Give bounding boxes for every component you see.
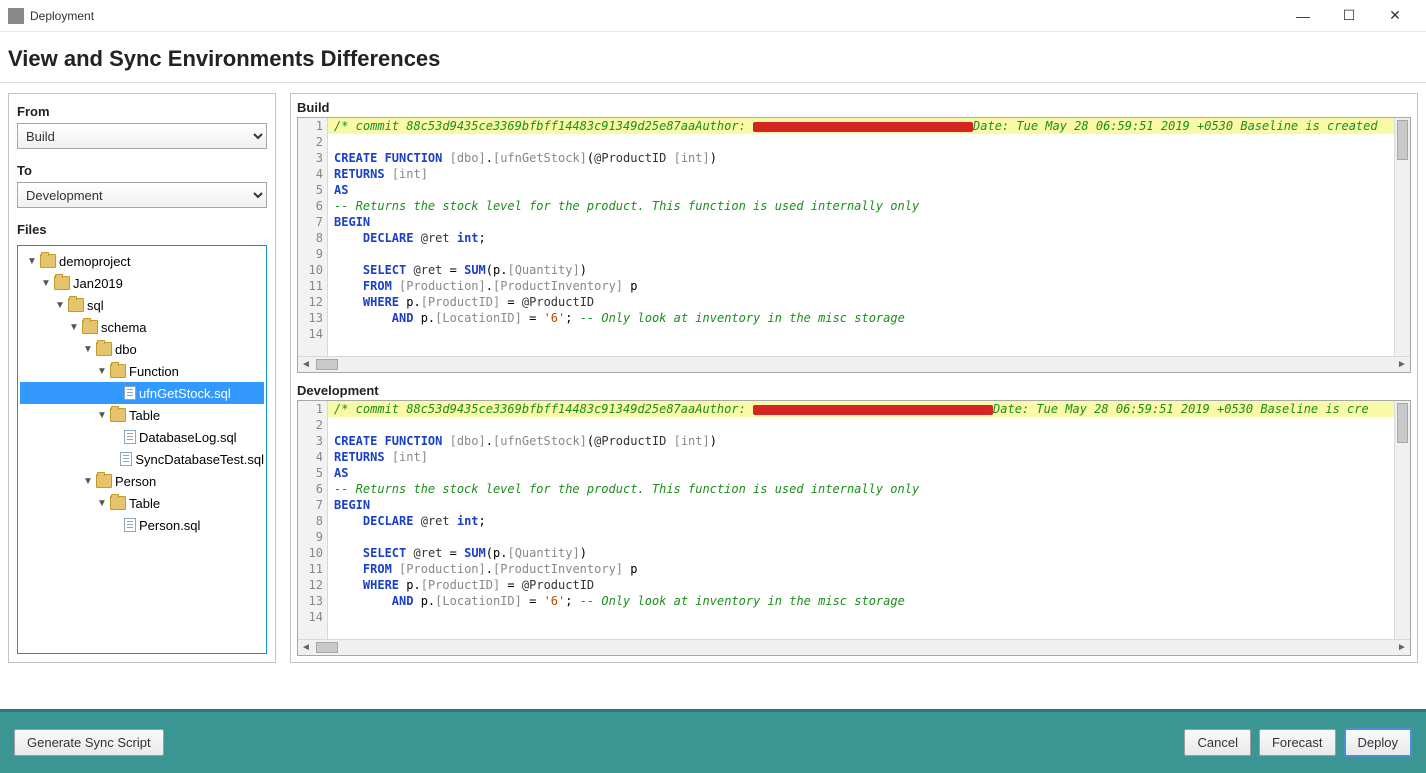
dev-gutter: 1234567891011121314 bbox=[298, 401, 328, 639]
dev-code[interactable]: /* commit 88c53d9435ce3369bfbff14483c913… bbox=[328, 401, 1394, 639]
titlebar: Deployment — ☐ ✕ bbox=[0, 0, 1426, 32]
tree-node-table-person[interactable]: ▼Table bbox=[20, 492, 264, 514]
deploy-button[interactable]: Deploy bbox=[1344, 728, 1412, 757]
diff-panel: Build 1234567891011121314 /* commit 88c5… bbox=[290, 93, 1418, 663]
build-code[interactable]: /* commit 88c53d9435ce3369bfbff14483c913… bbox=[328, 118, 1394, 356]
generate-sync-script-button[interactable]: Generate Sync Script bbox=[14, 729, 164, 756]
build-pane-title: Build bbox=[297, 100, 1411, 115]
tree-node-schema[interactable]: ▼schema bbox=[20, 316, 264, 338]
page-title: View and Sync Environments Differences bbox=[8, 46, 1418, 72]
scroll-right-icon[interactable]: ► bbox=[1394, 357, 1410, 373]
development-pane: Development 1234567891011121314 /* commi… bbox=[297, 383, 1411, 656]
tree-node-person[interactable]: ▼Person bbox=[20, 470, 264, 492]
development-pane-title: Development bbox=[297, 383, 1411, 398]
tree-node-demoproject[interactable]: ▼demoproject bbox=[20, 250, 264, 272]
page-header: View and Sync Environments Differences bbox=[0, 32, 1426, 83]
maximize-button[interactable]: ☐ bbox=[1326, 1, 1372, 31]
tree-node-table-dbo[interactable]: ▼Table bbox=[20, 404, 264, 426]
app-icon bbox=[8, 8, 24, 24]
dev-vertical-scrollbar[interactable] bbox=[1394, 401, 1410, 639]
tree-node-person-sql[interactable]: Person.sql bbox=[20, 514, 264, 536]
left-panel: From Build To Development Files ▼demopro… bbox=[8, 93, 276, 663]
minimize-button[interactable]: — bbox=[1280, 1, 1326, 31]
scroll-left-icon[interactable]: ◄ bbox=[298, 357, 314, 373]
scroll-left-icon[interactable]: ◄ bbox=[298, 640, 314, 656]
build-gutter: 1234567891011121314 bbox=[298, 118, 328, 356]
to-label: To bbox=[17, 163, 267, 178]
files-label: Files bbox=[17, 222, 267, 237]
tree-node-sql[interactable]: ▼sql bbox=[20, 294, 264, 316]
footer-bar: Generate Sync Script Cancel Forecast Dep… bbox=[0, 709, 1426, 773]
cancel-button[interactable]: Cancel bbox=[1184, 729, 1250, 756]
from-label: From bbox=[17, 104, 267, 119]
tree-node-syncdatabasetest[interactable]: SyncDatabaseTest.sql bbox=[20, 448, 264, 470]
tree-node-jan2019[interactable]: ▼Jan2019 bbox=[20, 272, 264, 294]
tree-node-ufngetstock[interactable]: ufnGetStock.sql bbox=[20, 382, 264, 404]
build-pane: Build 1234567891011121314 /* commit 88c5… bbox=[297, 100, 1411, 373]
tree-node-function[interactable]: ▼Function bbox=[20, 360, 264, 382]
to-select[interactable]: Development bbox=[17, 182, 267, 208]
scroll-right-icon[interactable]: ► bbox=[1394, 640, 1410, 656]
from-select[interactable]: Build bbox=[17, 123, 267, 149]
tree-node-databaselog[interactable]: DatabaseLog.sql bbox=[20, 426, 264, 448]
build-vertical-scrollbar[interactable] bbox=[1394, 118, 1410, 356]
build-horizontal-scrollbar[interactable]: ◄ ► bbox=[298, 356, 1410, 372]
window-title: Deployment bbox=[30, 9, 1280, 23]
dev-horizontal-scrollbar[interactable]: ◄ ► bbox=[298, 639, 1410, 655]
close-button[interactable]: ✕ bbox=[1372, 1, 1418, 31]
tree-node-dbo[interactable]: ▼dbo bbox=[20, 338, 264, 360]
files-tree[interactable]: ▼demoproject ▼Jan2019 ▼sql ▼sche bbox=[17, 245, 267, 654]
forecast-button[interactable]: Forecast bbox=[1259, 729, 1336, 756]
